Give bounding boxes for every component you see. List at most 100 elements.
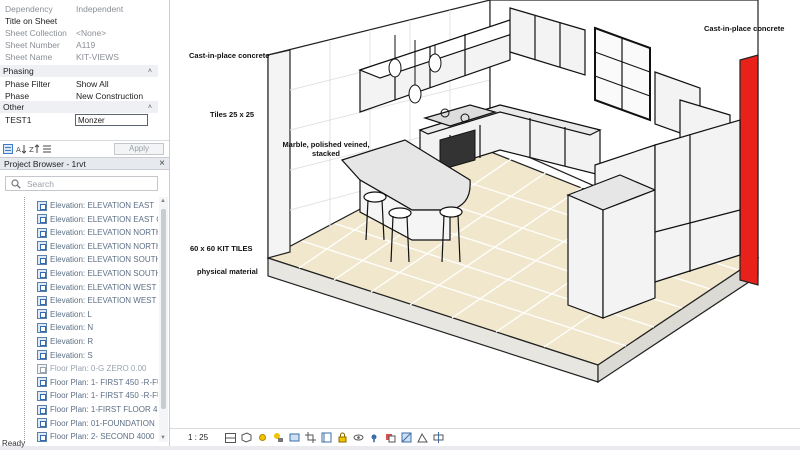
lock-view-icon[interactable] <box>336 432 349 444</box>
sun-path-icon[interactable] <box>256 432 269 444</box>
browser-view-item[interactable]: Elevation: ELEVATION SOUTH <box>37 267 158 280</box>
browser-view-item[interactable]: Floor Plan: 01-FOUNDATION <box>37 417 155 430</box>
prop-key: Phase <box>5 91 30 101</box>
drawing-canvas[interactable]: Cast-in-place concrete Cast-in-place con… <box>170 0 800 428</box>
annotation-kit-tiles[interactable]: 60 x 60 KIT TILES <box>190 244 253 253</box>
prop-key: Sheet Name <box>5 52 53 62</box>
view-label: Elevation: R <box>50 337 94 346</box>
view-label: Floor Plan: 1- FIRST 450 -R-FU <box>50 377 158 387</box>
sort-ascending-icon[interactable]: A <box>16 144 26 154</box>
annotation-marble[interactable]: Marble, polished veined, stacked <box>277 140 375 158</box>
view-icon <box>37 282 47 293</box>
prop-row-sheet-name[interactable]: Sheet Name KIT-VIEWS <box>0 51 158 63</box>
crop-region-icon[interactable] <box>320 432 333 444</box>
view-label: Elevation: L <box>50 309 92 319</box>
annotation-physical[interactable]: physical material <box>197 267 258 276</box>
categorized-icon[interactable] <box>3 143 13 154</box>
view-label: Elevation: N <box>50 323 94 333</box>
browser-view-item[interactable]: Elevation: S <box>37 349 93 362</box>
scrollbar-thumb[interactable] <box>161 209 166 409</box>
scroll-up-icon[interactable]: ▲ <box>160 198 166 204</box>
browser-view-item[interactable]: Elevation: N <box>37 321 93 334</box>
browser-view-item[interactable]: Elevation: ELEVATION WEST C <box>37 294 158 307</box>
browser-view-item[interactable]: Elevation: ELEVATION NORTH <box>37 240 158 253</box>
analytical-model-icon[interactable] <box>400 432 413 444</box>
prop-row-title-on-sheet[interactable]: Title on Sheet <box>0 15 158 27</box>
view-label: Elevation: ELEVATION NORTH <box>50 228 158 238</box>
prop-value: KIT-VIEWS <box>76 52 119 62</box>
reveal-hidden-icon[interactable] <box>368 432 381 444</box>
prop-row-sheet-number[interactable]: Sheet Number A119 <box>0 39 158 51</box>
view-icon <box>37 214 47 225</box>
tree-scrollbar[interactable]: ▲ ▼ <box>159 197 168 442</box>
view-icon <box>37 200 47 211</box>
scroll-down-icon[interactable]: ▼ <box>160 435 166 441</box>
detail-level-icon[interactable] <box>224 432 237 444</box>
annotation-cast-left[interactable]: Cast-in-place concrete <box>189 51 269 60</box>
collapse-chevron-icon[interactable]: ˄ <box>148 68 152 75</box>
apply-button[interactable]: Apply <box>114 142 164 155</box>
prop-row-sheet-collection[interactable]: Sheet Collection <None> <box>0 27 158 39</box>
worksharing-icon[interactable] <box>384 432 397 444</box>
browser-view-item[interactable]: Elevation: L <box>37 308 92 321</box>
annotation-cast-right[interactable]: Cast-in-place concrete <box>704 24 784 33</box>
browser-view-item[interactable]: Floor Plan: 2- SECOND 4000 <box>37 430 155 442</box>
view-label: Elevation: ELEVATION NORTH <box>50 241 158 251</box>
project-browser-tree: Elevation: ELEVATION EAST Elevation: ELEV… <box>0 197 158 442</box>
rendering-icon[interactable] <box>288 432 301 444</box>
view-label: Floor Plan: 2- SECOND 4000 <box>50 432 155 442</box>
view-icon <box>37 377 47 388</box>
prop-value: New Construction <box>76 91 144 101</box>
highlight-displacement-icon[interactable] <box>416 432 429 444</box>
project-browser-search[interactable]: Search <box>5 176 158 191</box>
view-icon <box>37 336 47 347</box>
view-icon <box>37 418 47 429</box>
sort-descending-icon[interactable]: Z <box>29 143 39 154</box>
browser-view-item[interactable]: Floor Plan: 1- FIRST 450 -R-FU <box>37 376 158 389</box>
prop-row-dependency[interactable]: Dependency Independent <box>0 3 158 15</box>
browser-view-item[interactable]: Elevation: R <box>37 335 93 348</box>
view-icon <box>37 227 47 238</box>
view-scale[interactable]: 1 : 25 <box>170 433 224 442</box>
view-icon <box>37 309 47 320</box>
kitchen-3d-view[interactable] <box>170 0 800 428</box>
list-view-icon[interactable] <box>42 144 52 154</box>
browser-view-item[interactable]: Floor Plan: 1-FIRST FLOOR 450 <box>37 403 158 416</box>
view-icon <box>37 404 47 415</box>
browser-view-item[interactable]: Elevation: ELEVATION NORTH <box>37 226 158 239</box>
browser-view-item[interactable]: Elevation: ELEVATION SOUTH <box>37 253 158 266</box>
view-label: Floor Plan: 01-FOUNDATION <box>50 418 155 428</box>
constraints-icon[interactable] <box>432 432 445 444</box>
browser-view-item[interactable]: Floor Plan: 1- FIRST 450 -R-FU <box>37 389 158 402</box>
view-icon <box>37 322 47 333</box>
red-wall-accent <box>739 54 759 286</box>
view-label: Elevation: ELEVATION WEST <box>50 282 157 292</box>
shadows-icon[interactable] <box>272 432 285 444</box>
view-icon <box>37 295 47 306</box>
collapse-chevron-icon[interactable]: ˄ <box>148 104 152 111</box>
prop-key: Sheet Number <box>5 40 60 50</box>
project-browser-title: Project Browser - 1rvt <box>4 158 86 169</box>
browser-view-item[interactable]: Elevation: ELEVATION EAST Co <box>37 213 158 226</box>
browser-view-item[interactable]: Elevation: ELEVATION WEST <box>37 281 156 294</box>
view-icon <box>37 363 47 374</box>
visual-style-icon[interactable] <box>240 432 253 444</box>
view-label: Elevation: ELEVATION SOUTH <box>50 255 158 265</box>
annotation-tiles[interactable]: Tiles 25 x 25 <box>210 110 254 119</box>
browser-view-item[interactable]: Floor Plan: 0-G ZERO 0.00 <box>37 362 146 375</box>
crop-view-icon[interactable] <box>304 432 317 444</box>
status-bar: Ready <box>0 439 800 450</box>
prop-key: Sheet Collection <box>5 28 67 38</box>
project-browser-header: Project Browser - 1rvt × <box>0 157 169 170</box>
prop-row-phase-filter[interactable]: Phase Filter Show All <box>0 78 158 90</box>
view-icon <box>37 254 47 265</box>
test1-value-field[interactable]: Monzer <box>75 114 148 126</box>
temp-hide-icon[interactable] <box>352 432 365 444</box>
prop-value: Independent <box>76 4 124 14</box>
group-header-phasing[interactable]: Phasing ˄ <box>0 65 158 77</box>
close-icon[interactable]: × <box>159 158 165 169</box>
browser-view-item[interactable]: Elevation: ELEVATION EAST <box>37 199 154 212</box>
view-label: Floor Plan: 0-G ZERO 0.00 <box>50 364 147 374</box>
group-header-other[interactable]: Other ˄ <box>0 101 158 113</box>
view-label: Floor Plan: 1-FIRST FLOOR 450 <box>50 405 158 414</box>
